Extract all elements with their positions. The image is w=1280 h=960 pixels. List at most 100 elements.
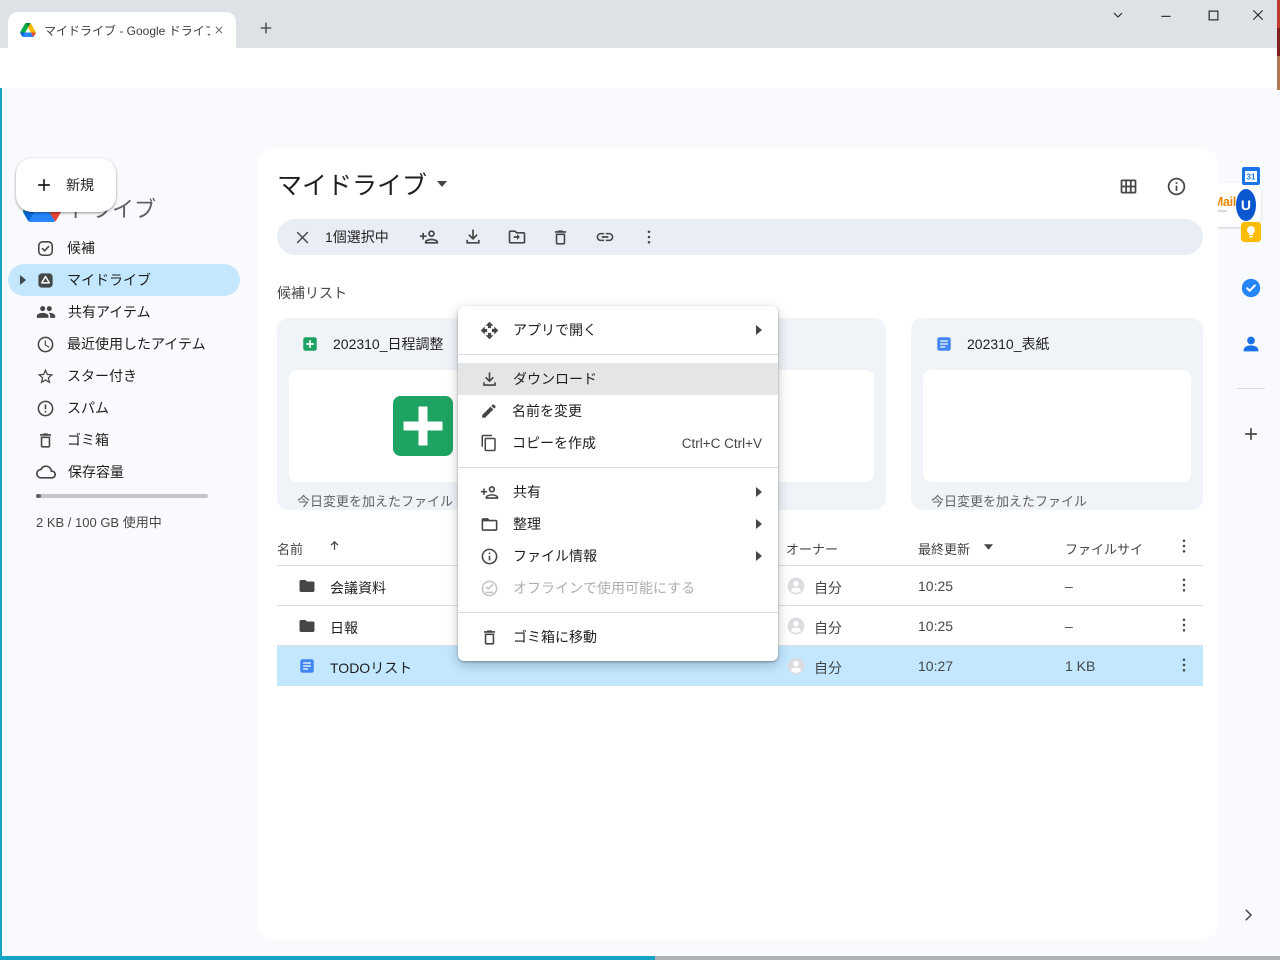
menu-item-download[interactable]: ダウンロード bbox=[458, 363, 778, 395]
tab-close-icon[interactable] bbox=[210, 21, 228, 39]
sidebar-item-label: 最近使用したアイテム bbox=[67, 334, 206, 354]
menu-item-offline: オフラインで使用可能にする bbox=[458, 572, 778, 604]
add-addon-plus-icon[interactable] bbox=[1239, 422, 1263, 446]
sidebar-item-suggested[interactable]: 候補 bbox=[8, 232, 240, 264]
menu-shortcut: Ctrl+C Ctrl+V bbox=[682, 436, 762, 451]
submenu-arrow-icon bbox=[756, 519, 762, 529]
file-name: 会議資料 bbox=[330, 578, 386, 598]
row-kebab-icon[interactable] bbox=[1175, 656, 1193, 674]
file-size: 1 KB bbox=[1065, 658, 1095, 674]
sidebar-item-shared[interactable]: 共有アイテム bbox=[8, 296, 240, 328]
owner-avatar-icon bbox=[786, 616, 806, 636]
folder-icon bbox=[298, 617, 316, 635]
move-to-folder-icon[interactable] bbox=[507, 227, 527, 247]
page-title-dropdown[interactable]: マイドライブ bbox=[277, 166, 447, 202]
file-name: TODOリスト bbox=[330, 658, 412, 678]
new-tab-button[interactable] bbox=[254, 16, 278, 40]
file-size: – bbox=[1065, 618, 1073, 634]
column-header-owner[interactable]: オーナー bbox=[786, 539, 838, 558]
menu-item-rename[interactable]: 名前を変更 bbox=[458, 395, 778, 427]
account-avatar[interactable]: U bbox=[1236, 189, 1256, 221]
browser-toolbar: drive.google.com/drive/my-drive U bbox=[0, 48, 1280, 88]
row-kebab-icon[interactable] bbox=[1175, 576, 1193, 594]
sidebar-item-trash[interactable]: ゴミ箱 bbox=[8, 424, 240, 456]
window-maximize-button[interactable] bbox=[1201, 3, 1225, 27]
screen-edge-left bbox=[0, 88, 2, 960]
window-titlebar: マイドライブ - Google ドライブ bbox=[0, 0, 1280, 48]
window-menu-chevron-icon[interactable] bbox=[1106, 3, 1130, 27]
sidebar-item-label: 共有アイテム bbox=[68, 302, 151, 322]
sidebar-item-recent[interactable]: 最近使用したアイテム bbox=[8, 328, 240, 360]
screen-edge-bottom-teal bbox=[0, 956, 655, 960]
column-options-kebab-icon[interactable] bbox=[1175, 537, 1193, 555]
menu-divider bbox=[458, 467, 778, 468]
sidebar: 新規 候補 マイドライブ 共 bbox=[0, 148, 258, 940]
sidebar-item-spam[interactable]: スパム bbox=[8, 392, 240, 424]
sidebar-item-storage[interactable]: 保存容量 bbox=[8, 456, 240, 488]
grid-view-toggle-icon[interactable] bbox=[1116, 174, 1140, 198]
new-button-label: 新規 bbox=[66, 175, 94, 195]
submenu-arrow-icon bbox=[756, 487, 762, 497]
window-minimize-button[interactable] bbox=[1154, 3, 1178, 27]
card-file-name: 202310_表紙 bbox=[967, 334, 1050, 354]
details-info-icon[interactable] bbox=[1164, 174, 1188, 198]
menu-item-file-info[interactable]: ファイル情報 bbox=[458, 540, 778, 572]
browser-tab[interactable]: マイドライブ - Google ドライブ bbox=[8, 12, 236, 48]
sidebar-item-label: スパム bbox=[67, 398, 109, 418]
star-icon bbox=[36, 367, 55, 386]
trash-icon bbox=[36, 431, 55, 450]
share-person-add-icon[interactable] bbox=[419, 227, 439, 247]
column-dropdown-icon[interactable] bbox=[984, 544, 993, 550]
column-header-size[interactable]: ファイルサイ bbox=[1065, 539, 1143, 558]
sidebar-item-label: 候補 bbox=[67, 238, 95, 258]
file-card-cover[interactable]: 202310_表紙 今日変更を加えたファイル bbox=[911, 318, 1203, 510]
menu-item-share[interactable]: 共有 bbox=[458, 476, 778, 508]
card-thumbnail bbox=[923, 370, 1191, 482]
menu-item-make-copy[interactable]: コピーを作成 Ctrl+C Ctrl+V bbox=[458, 427, 778, 459]
card-file-name: 202310_日程調整 bbox=[333, 334, 444, 354]
selection-count: 1個選択中 bbox=[325, 227, 389, 247]
keep-icon[interactable] bbox=[1239, 220, 1263, 244]
file-owner: 自分 bbox=[814, 618, 842, 638]
tab-title: マイドライブ - Google ドライブ bbox=[44, 22, 210, 39]
docs-file-icon bbox=[935, 335, 953, 353]
menu-divider bbox=[458, 612, 778, 613]
sheets-file-icon bbox=[301, 335, 319, 353]
expand-panel-chevron-icon[interactable] bbox=[1236, 903, 1260, 927]
tasks-icon[interactable] bbox=[1239, 276, 1263, 300]
sidebar-item-my-drive[interactable]: マイドライブ bbox=[8, 264, 240, 296]
clock-icon bbox=[36, 335, 55, 354]
clear-selection-icon[interactable] bbox=[293, 228, 311, 246]
menu-item-open-with[interactable]: アプリで開く bbox=[458, 314, 778, 346]
trash-icon[interactable] bbox=[551, 227, 571, 247]
offline-pin-icon bbox=[480, 579, 499, 598]
card-caption: 今日変更を加えたファイル bbox=[911, 482, 1203, 510]
download-icon bbox=[480, 370, 499, 389]
sidebar-item-starred[interactable]: スター付き bbox=[8, 360, 240, 392]
copy-link-icon[interactable] bbox=[595, 227, 615, 247]
sort-ascending-icon[interactable] bbox=[327, 538, 342, 553]
download-icon[interactable] bbox=[463, 227, 483, 247]
rename-pencil-icon bbox=[480, 402, 498, 420]
window-close-button[interactable] bbox=[1246, 3, 1270, 27]
folder-outline-icon bbox=[480, 515, 499, 534]
more-actions-kebab-icon[interactable] bbox=[639, 227, 659, 247]
menu-item-move-to-trash[interactable]: ゴミ箱に移動 bbox=[458, 621, 778, 653]
new-button[interactable]: 新規 bbox=[16, 158, 116, 212]
share-person-add-icon bbox=[480, 483, 499, 502]
file-size: – bbox=[1065, 578, 1073, 594]
copy-icon bbox=[480, 434, 498, 452]
suggested-heading: 候補リスト bbox=[277, 283, 347, 303]
column-header-name[interactable]: 名前 bbox=[277, 539, 303, 558]
sidebar-item-label: マイドライブ bbox=[67, 270, 151, 290]
owner-avatar-icon bbox=[786, 576, 806, 596]
calendar-icon[interactable]: 31 bbox=[1239, 164, 1263, 188]
plus-icon bbox=[34, 175, 54, 195]
expand-caret-icon[interactable] bbox=[20, 275, 26, 285]
sidebar-item-label: スター付き bbox=[67, 366, 137, 386]
column-header-modified[interactable]: 最終更新 bbox=[918, 539, 970, 558]
file-owner: 自分 bbox=[814, 658, 842, 678]
contacts-icon[interactable] bbox=[1239, 332, 1263, 356]
row-kebab-icon[interactable] bbox=[1175, 616, 1193, 634]
menu-item-organize[interactable]: 整理 bbox=[458, 508, 778, 540]
